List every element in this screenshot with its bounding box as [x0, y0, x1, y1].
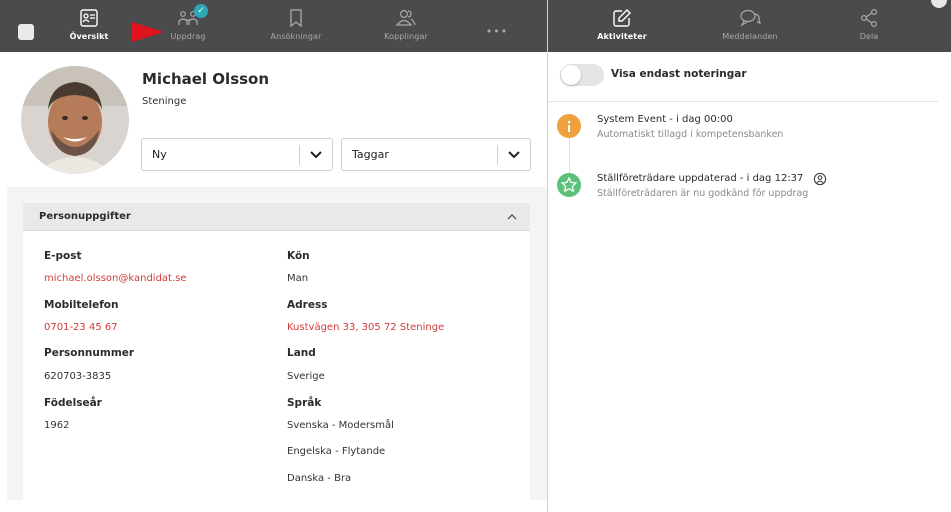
tab-ansokningar-label: Ansökningar — [270, 32, 322, 41]
tab-meddelanden[interactable]: Meddelanden — [718, 6, 782, 50]
event-title: System Event - i dag 00:00 — [597, 114, 733, 125]
event-title: Ställföreträdare uppdaterad - i dag 12:3… — [597, 173, 804, 184]
close-panel-chip[interactable] — [931, 0, 947, 8]
bookmark-icon — [290, 9, 302, 28]
avatar-photo — [21, 66, 129, 174]
pane-divider — [547, 0, 548, 512]
tab-uppdrag[interactable]: ✓ Uppdrag — [164, 4, 212, 50]
tab-dela[interactable]: Dela — [854, 6, 884, 50]
tab-kopplingar[interactable]: Kopplingar — [378, 6, 434, 50]
birth-year-value: 1962 — [44, 420, 70, 431]
country-label: Land — [287, 347, 316, 359]
email-link[interactable]: michael.olsson@kandidat.se — [44, 273, 187, 284]
language-item: Svenska - Modersmål — [287, 420, 394, 431]
info-icon — [567, 120, 571, 132]
address-label: Adress — [287, 299, 328, 311]
chevron-up-icon — [507, 214, 517, 220]
status-select-value: Ny — [152, 148, 167, 161]
user-circle-icon — [813, 172, 827, 186]
event-star-dot — [557, 173, 581, 197]
language-item: Danska - Bra — [287, 473, 352, 484]
users-icon — [395, 9, 416, 26]
event-subtitle: Automatiskt tillagd i kompetensbanken — [597, 129, 784, 140]
candidate-name: Michael Olsson — [142, 70, 270, 88]
tab-kopplingar-label: Kopplingar — [384, 32, 428, 41]
email-label: E-post — [44, 250, 82, 262]
status-select[interactable]: Ny — [141, 138, 333, 171]
uppdrag-check-badge: ✓ — [194, 4, 208, 18]
personal-info-card: Personuppgifter E-post michael.olsson@ka… — [23, 203, 530, 500]
mobile-link[interactable]: 0701-23 45 67 — [44, 322, 118, 333]
personnummer-label: Personnummer — [44, 347, 135, 359]
tab-uppdrag-label: Uppdrag — [170, 32, 206, 41]
id-card-icon — [80, 9, 98, 27]
country-value: Sverige — [287, 371, 325, 382]
candidate-location: Steninge — [142, 96, 187, 107]
notes-only-toggle[interactable] — [560, 64, 604, 86]
toggle-knob — [561, 65, 581, 85]
personnummer-value: 620703-3835 — [44, 371, 112, 382]
star-icon — [560, 176, 578, 193]
tab-dela-label: Dela — [859, 32, 879, 41]
gender-value: Man — [287, 273, 309, 284]
mobile-label: Mobiltelefon — [44, 299, 119, 311]
personal-info-title: Personuppgifter — [39, 211, 131, 222]
top-navigation-bar: Översikt ✓ Uppdrag Ansökningar Kopplinga… — [0, 0, 951, 52]
chevron-down-icon — [310, 151, 322, 159]
panel-toggle-button[interactable] — [18, 24, 34, 40]
edit-icon — [613, 9, 631, 27]
notes-only-label: Visa endast noteringar — [611, 68, 747, 80]
chevron-down-icon — [508, 151, 520, 159]
personal-info-header[interactable]: Personuppgifter — [23, 203, 530, 231]
event-subtitle: Ställföreträdaren är nu godkänd för uppd… — [597, 188, 809, 199]
tags-select[interactable]: Taggar — [341, 138, 531, 171]
timeline-connector — [569, 136, 570, 174]
birth-year-label: Födelseår — [44, 397, 102, 409]
tab-meddelanden-label: Meddelanden — [722, 32, 778, 41]
event-info-dot — [557, 114, 581, 138]
language-item: Engelska - Flytande — [287, 446, 386, 457]
chat-icon — [740, 9, 761, 27]
address-link[interactable]: Kustvägen 33, 305 72 Steninge — [287, 322, 444, 333]
tab-aktiviteter-label: Aktiviteter — [597, 32, 647, 41]
gender-label: Kön — [287, 250, 310, 262]
select-divider — [497, 145, 498, 165]
tags-select-value: Taggar — [352, 148, 389, 161]
select-divider — [299, 145, 300, 165]
app-root: Översikt ✓ Uppdrag Ansökningar Kopplinga… — [0, 0, 951, 512]
avatar — [21, 66, 129, 174]
share-icon — [860, 8, 878, 28]
red-arrow-icon — [132, 22, 164, 42]
activity-divider — [548, 101, 938, 102]
tab-oversikt-label: Översikt — [69, 32, 109, 41]
tab-oversikt[interactable]: Översikt — [66, 6, 112, 50]
tab-ansokningar[interactable]: Ansökningar — [268, 6, 324, 50]
more-icon: ••• — [485, 25, 509, 38]
tab-aktiviteter[interactable]: Aktiviteter — [596, 6, 648, 50]
language-label: Språk — [287, 397, 322, 409]
more-menu-button[interactable]: ••• — [484, 20, 510, 64]
